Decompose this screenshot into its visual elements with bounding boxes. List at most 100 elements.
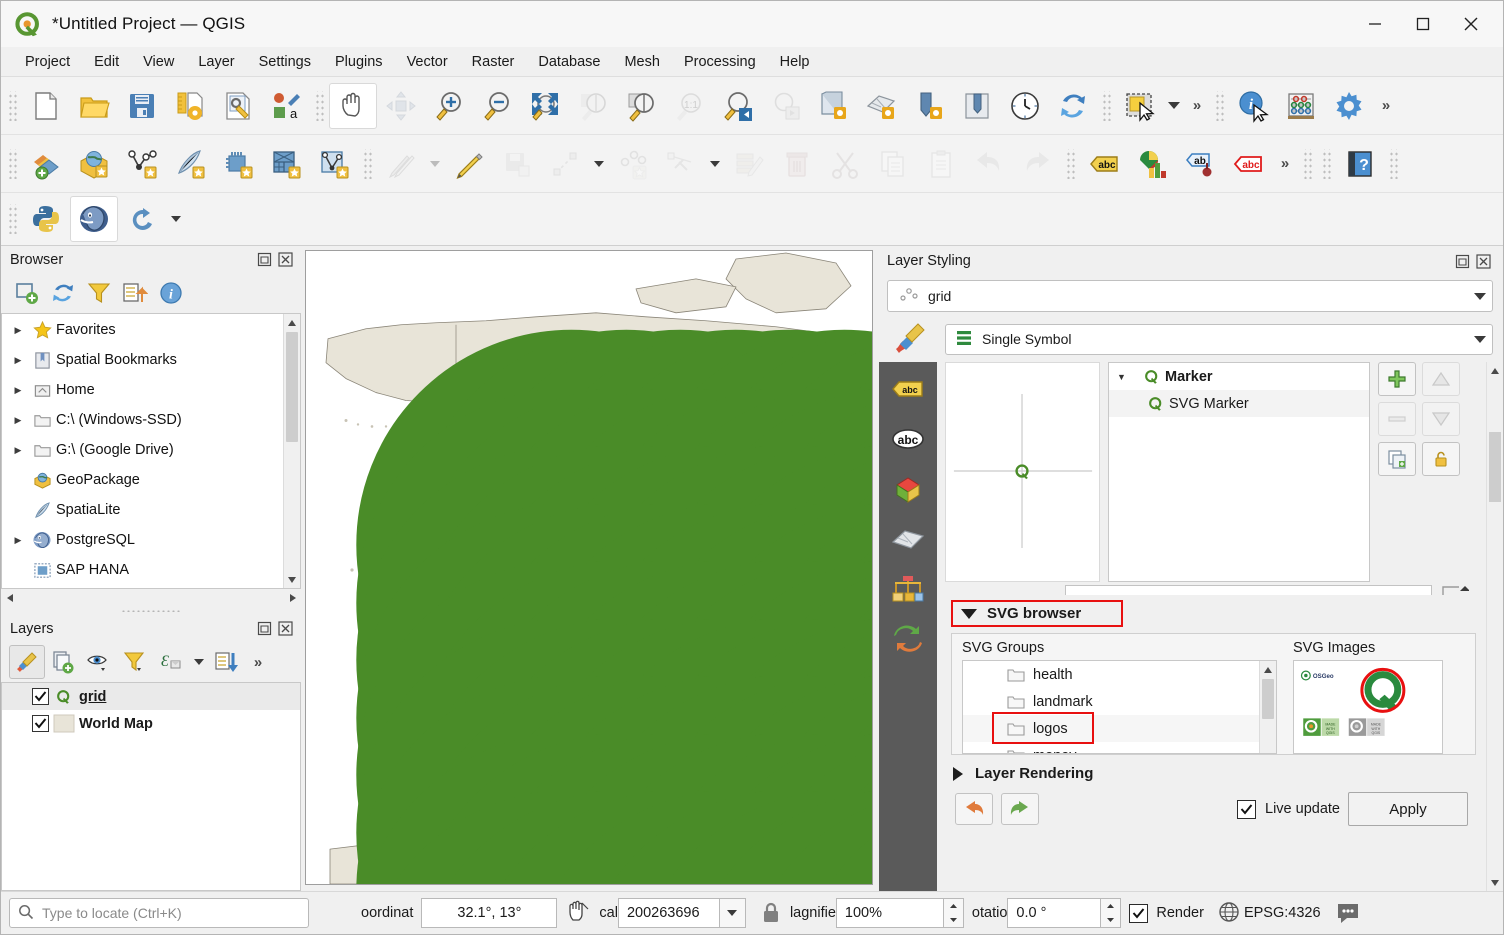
add-symbol-layer-icon[interactable] xyxy=(1378,362,1416,396)
current-edits-icon[interactable] xyxy=(377,141,425,187)
scrollbar-thumb[interactable] xyxy=(286,332,298,442)
scroll-up-icon[interactable] xyxy=(284,314,300,331)
plugin-dropdown-caret[interactable] xyxy=(166,216,186,222)
expression-filter-dropdown[interactable] xyxy=(189,659,209,665)
live-update-checkbox[interactable] xyxy=(1237,800,1256,819)
svg-images-grid[interactable]: OSGeo xyxy=(1293,660,1443,754)
collapse-arrow-icon[interactable] xyxy=(961,609,977,619)
scroll-left-icon[interactable] xyxy=(1,593,18,603)
zoom-out-icon[interactable] xyxy=(473,83,521,129)
float-panel-icon[interactable] xyxy=(1453,252,1472,271)
spatialite-layer-icon[interactable] xyxy=(166,141,214,187)
copy-features-icon[interactable] xyxy=(869,141,917,187)
menu-layer[interactable]: Layer xyxy=(186,50,246,74)
layer-selector-combo[interactable]: grid xyxy=(887,280,1493,312)
expand-arrow-icon[interactable]: ▶ xyxy=(8,415,28,426)
save-layer-edits-icon[interactable] xyxy=(493,141,541,187)
scale-field[interactable]: 200263696 xyxy=(618,898,720,928)
scroll-down-icon[interactable] xyxy=(284,571,300,588)
options-icon[interactable] xyxy=(1325,83,1373,129)
layer-visibility-checkbox[interactable] xyxy=(32,715,49,732)
rotation-field[interactable]: 0.0 ° xyxy=(1007,898,1101,928)
modify-attributes-icon[interactable] xyxy=(725,141,773,187)
toolbar-grip[interactable] xyxy=(1302,149,1313,179)
svg-group-health[interactable]: health xyxy=(963,661,1259,688)
renderer-combo[interactable]: Single Symbol xyxy=(945,324,1493,355)
menu-help[interactable]: Help xyxy=(768,50,822,74)
layout-manager-icon[interactable] xyxy=(953,83,1001,129)
browser-item-postgresql[interactable]: ▶ PostgreSQL xyxy=(2,525,283,555)
browser-vertical-scrollbar[interactable] xyxy=(283,314,300,588)
raster-layer-icon[interactable] xyxy=(262,141,310,187)
magnifier-spinner[interactable]: 100% xyxy=(836,898,964,928)
toggle-extents-icon[interactable] xyxy=(565,900,591,926)
expand-all-icon[interactable] xyxy=(209,645,245,679)
symbol-node-svg-marker[interactable]: SVG Marker xyxy=(1109,390,1369,417)
scroll-up-icon[interactable] xyxy=(1260,661,1276,678)
svg-groups-scrollbar[interactable] xyxy=(1259,661,1276,753)
zoom-to-layer-icon[interactable] xyxy=(617,83,665,129)
coordinate-field[interactable]: 32.1°, 13° xyxy=(421,898,557,928)
new-map-view-icon[interactable] xyxy=(809,83,857,129)
zoom-next-icon[interactable] xyxy=(761,83,809,129)
browser-tree[interactable]: ▶ Favorites ▶ Spatial Bookmarks ▶ xyxy=(1,313,301,589)
styling-panel-scrollbar[interactable] xyxy=(1486,362,1503,891)
scrollbar-thumb[interactable] xyxy=(1262,679,1274,719)
layer-row-world-map[interactable]: World Map xyxy=(2,710,300,737)
toolbar-overflow-icon[interactable]: » xyxy=(1184,97,1210,114)
svg-group-landmark[interactable]: landmark xyxy=(963,688,1259,715)
toolbar-grip[interactable] xyxy=(314,91,325,121)
scroll-down-icon[interactable] xyxy=(1487,874,1503,891)
expand-arrow-icon[interactable] xyxy=(953,767,963,781)
menu-database[interactable]: Database xyxy=(526,50,612,74)
refresh-icon[interactable] xyxy=(1049,83,1097,129)
layers-toolbar-overflow-icon[interactable]: » xyxy=(245,654,271,671)
add-feature-dropdown[interactable] xyxy=(589,161,609,167)
pin-labels-icon[interactable]: ab xyxy=(1176,141,1224,187)
layers-tree[interactable]: grid World Map xyxy=(1,682,301,891)
redo-icon[interactable] xyxy=(1013,141,1061,187)
toolbar-grip[interactable] xyxy=(1321,149,1332,179)
scroll-right-icon[interactable] xyxy=(284,593,301,603)
save-project-icon[interactable] xyxy=(118,83,166,129)
manage-visibility-icon[interactable] xyxy=(81,645,117,679)
toolbar-grip[interactable] xyxy=(1214,91,1225,121)
svg-group-logos[interactable]: logos xyxy=(963,715,1259,742)
filter-browser-icon[interactable] xyxy=(81,276,117,310)
close-panel-icon[interactable] xyxy=(276,250,295,269)
scrollbar-thumb[interactable] xyxy=(1489,432,1501,502)
filter-legend-icon[interactable] xyxy=(117,645,153,679)
magnifier-field[interactable]: 100% xyxy=(836,898,944,928)
remove-symbol-layer-icon[interactable] xyxy=(1378,402,1416,436)
label-icon[interactable]: abc xyxy=(1080,141,1128,187)
menu-processing[interactable]: Processing xyxy=(672,50,768,74)
lock-colors-icon[interactable] xyxy=(1422,442,1460,476)
magnifier-stepper[interactable] xyxy=(944,898,964,928)
expand-arrow-icon[interactable]: ▶ xyxy=(8,355,28,366)
stepper-down-icon[interactable] xyxy=(944,913,963,927)
maximize-icon[interactable] xyxy=(1399,1,1447,47)
zoom-native-icon[interactable]: 1:1 xyxy=(665,83,713,129)
minimize-icon[interactable] xyxy=(1351,1,1399,47)
lock-scale-icon[interactable] xyxy=(760,901,782,925)
close-panel-icon[interactable] xyxy=(1474,252,1493,271)
zoom-to-selection-icon[interactable] xyxy=(569,83,617,129)
zoom-in-icon[interactable] xyxy=(425,83,473,129)
tab-labels-icon[interactable]: abc xyxy=(886,370,930,408)
tab-history-icon[interactable] xyxy=(886,620,930,658)
chevron-down-icon[interactable] xyxy=(1474,293,1486,300)
undo-icon[interactable] xyxy=(955,793,993,825)
symbol-layer-list[interactable]: ▼ Marker SVG Marker xyxy=(1108,362,1370,582)
add-line-feature-icon[interactable] xyxy=(541,141,589,187)
undo-arrow-icon[interactable] xyxy=(118,196,166,242)
properties-info-icon[interactable]: i xyxy=(153,276,189,310)
svg-group-money[interactable]: money xyxy=(963,742,1259,754)
rotation-stepper[interactable] xyxy=(1101,898,1121,928)
identify-features-icon[interactable]: i xyxy=(1229,83,1277,129)
menu-project[interactable]: Project xyxy=(13,50,82,74)
vertex-tool-icon[interactable] xyxy=(657,141,705,187)
scale-dropdown[interactable] xyxy=(720,898,746,928)
browser-item-ms-sql-server[interactable]: MS SQL Server xyxy=(2,585,283,588)
stepper-up-icon[interactable] xyxy=(944,899,963,913)
current-edits-dropdown[interactable] xyxy=(425,161,445,167)
